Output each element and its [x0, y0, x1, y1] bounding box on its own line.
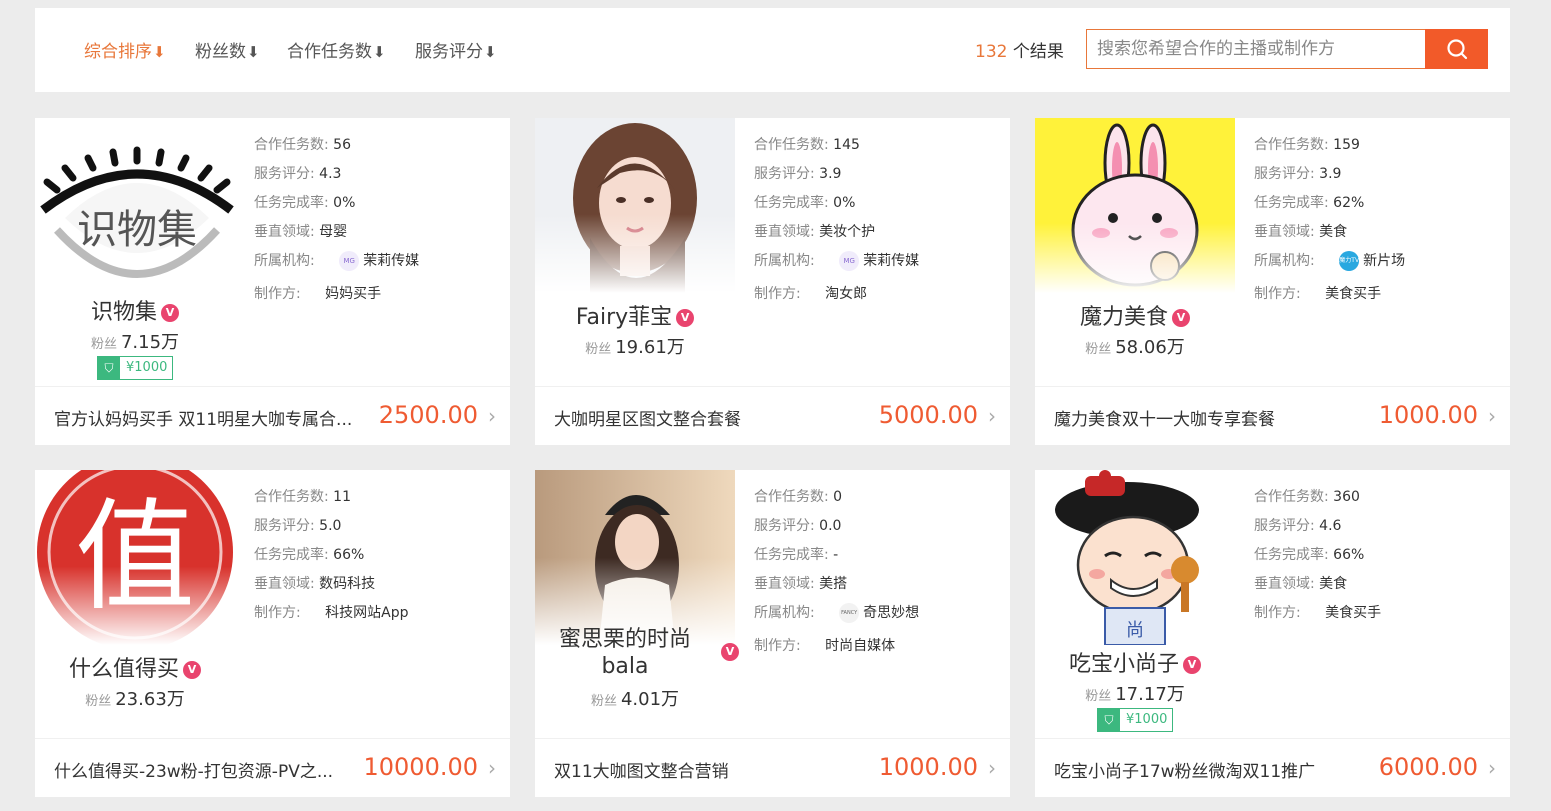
chevron-right-icon[interactable]: ›: [1488, 404, 1496, 428]
arrow-down-icon: ⬇: [484, 43, 497, 61]
creator-info: 合作任务数: 56 服务评分: 4.3 任务完成率: 0% 垂直领域: 母婴 所…: [254, 137, 420, 302]
result-count: 132 个结果: [975, 42, 1064, 62]
creator-card[interactable]: 魔力美食 V 粉丝 58.06万 合作任务数: 159 服务评分: 3.9 任务完成…: [1035, 118, 1510, 445]
package-row[interactable]: 什么值得买-23w粉-打包资源-PV之... 10000.00 ›: [35, 738, 510, 797]
package-title[interactable]: 魔力美食双十一大咖专享套餐: [1054, 405, 1354, 430]
package-row[interactable]: 魔力美食双十一大咖专享套餐 1000.00 ›: [1035, 386, 1510, 445]
verified-icon: V: [183, 661, 201, 679]
agency-name[interactable]: 新片场: [1363, 253, 1405, 269]
verified-icon: V: [1183, 656, 1201, 674]
avatar[interactable]: 值: [35, 470, 235, 645]
fans-count: 粉丝 4.01万: [590, 689, 680, 710]
package-title[interactable]: 什么值得买-23w粉-打包资源-PV之...: [54, 757, 354, 782]
verified-icon: V: [161, 304, 179, 322]
verified-icon: V: [676, 309, 695, 327]
filter-bar: 综合排序⬇ 粉丝数⬇ 合作任务数⬇ 服务评分⬇ 132 个结果: [35, 8, 1510, 92]
avatar[interactable]: [535, 470, 735, 645]
package-row[interactable]: 官方认妈妈买手 双11明星大咖专属合... 2500.00 ›: [35, 386, 510, 445]
creator-card[interactable]: Fairy菲宝 V 粉丝 19.61万 合作任务数: 145 服务评分: 3.9 任…: [535, 118, 1010, 445]
package-price: 10000.00: [363, 753, 478, 781]
chevron-right-icon[interactable]: ›: [488, 404, 496, 428]
svg-text:识物集: 识物集: [77, 207, 197, 253]
fans-count: 粉丝 7.15万: [90, 332, 180, 353]
chevron-right-icon[interactable]: ›: [988, 756, 996, 780]
maker-name[interactable]: 美食买手: [1325, 605, 1381, 621]
maker-name[interactable]: 淘女郎: [825, 286, 867, 302]
sort-comprehensive[interactable]: 综合排序⬇: [84, 37, 166, 62]
creator-info: 合作任务数: 159 服务评分: 3.9 任务完成率: 62% 垂直领域: 美食…: [1254, 137, 1406, 302]
avatar[interactable]: [1035, 118, 1235, 293]
agency-name[interactable]: 茉莉传媒: [363, 253, 419, 269]
package-title[interactable]: 双11大咖图文整合营销: [554, 757, 854, 782]
sort-tasks[interactable]: 合作任务数⬇: [287, 37, 386, 62]
agency-logo: 魔力TV: [1339, 251, 1360, 271]
creator-card[interactable]: 蜜思栗的时尚bala V 粉丝 4.01万 合作任务数: 0 服务评分: 0.0 …: [535, 470, 1010, 797]
fans-count: 粉丝 58.06万: [1085, 337, 1185, 358]
creator-name[interactable]: 魔力美食 V: [1035, 299, 1235, 331]
gift-icon: ⛉: [98, 357, 120, 379]
avatar[interactable]: [535, 118, 735, 293]
creator-info: 合作任务数: 145 服务评分: 3.9 任务完成率: 0% 垂直领域: 美妆个…: [754, 137, 920, 302]
creator-name[interactable]: Fairy菲宝 V: [535, 299, 735, 331]
fans-count: 粉丝 19.61万: [585, 337, 685, 358]
package-title[interactable]: 官方认妈妈买手 双11明星大咖专属合...: [54, 405, 354, 430]
creator-info: 合作任务数: 0 服务评分: 0.0 任务完成率: - 垂直领域: 美搭 所属机…: [754, 489, 920, 654]
search-icon: [1446, 39, 1467, 60]
package-price: 2500.00: [378, 401, 478, 429]
package-price: 6000.00: [1378, 753, 1478, 781]
agency-name[interactable]: 茉莉传媒: [863, 253, 919, 269]
creator-card[interactable]: 值 什么值得买V 粉丝23.63万 合作任务数: 11 服务评分: 5.0 任务…: [35, 470, 510, 797]
sort-score[interactable]: 服务评分⬇: [415, 37, 497, 62]
creator-name[interactable]: 蜜思栗的时尚bala: [535, 626, 735, 680]
agency-logo: MG: [839, 251, 860, 271]
package-row[interactable]: 吃宝小尚子17w粉丝微淘双11推广 6000.00 ›: [1035, 738, 1510, 797]
arrow-down-icon: ⬇: [373, 43, 386, 61]
chevron-right-icon[interactable]: ›: [1488, 756, 1496, 780]
sort-fans[interactable]: 粉丝数⬇: [195, 37, 260, 62]
package-price: 5000.00: [878, 401, 978, 429]
creator-info: 合作任务数: 360 服务评分: 4.6 任务完成率: 66% 垂直领域: 美食…: [1254, 489, 1382, 621]
avatar[interactable]: 识物集: [35, 118, 235, 293]
creator-name[interactable]: 什么值得买 V: [35, 651, 235, 683]
creator-info: 合作任务数: 11 服务评分: 5.0 任务完成率: 66% 垂直领域: 数码科…: [254, 489, 409, 621]
price-tag: ⛉ ¥1000: [1097, 708, 1173, 732]
package-row[interactable]: 双11大咖图文整合营销 1000.00 ›: [535, 738, 1010, 797]
chevron-right-icon[interactable]: ›: [488, 756, 496, 780]
maker-name[interactable]: 时尚自媒体: [825, 638, 895, 654]
price-tag: ⛉ ¥1000: [97, 356, 173, 380]
avatar[interactable]: 尚: [1035, 470, 1235, 645]
agency-logo: FANCY: [839, 603, 860, 623]
arrow-down-icon: ⬇: [247, 43, 260, 61]
arrow-down-icon: ⬇: [153, 43, 166, 61]
verified-icon: V: [721, 643, 739, 661]
verified-icon: V: [1172, 309, 1190, 327]
package-price: 1000.00: [878, 753, 978, 781]
maker-name[interactable]: 科技网站App: [325, 605, 408, 621]
maker-name[interactable]: 妈妈买手: [325, 286, 381, 302]
package-row[interactable]: 大咖明星区图文整合套餐 5000.00 ›: [535, 386, 1010, 445]
fans-count: 粉丝 23.63万: [85, 689, 185, 710]
svg-text:尚: 尚: [1126, 620, 1144, 641]
chevron-right-icon[interactable]: ›: [988, 404, 996, 428]
creator-card[interactable]: 尚 吃宝小尚子 V 粉丝 17.17万 ⛉ ¥1000 合作任务数: 360 服务评分…: [1035, 470, 1510, 797]
maker-name[interactable]: 美食买手: [1325, 286, 1381, 302]
search-input[interactable]: [1086, 29, 1426, 69]
creator-name[interactable]: 识物集 V: [35, 294, 235, 326]
gift-icon: ⛉: [1098, 709, 1120, 731]
search-button[interactable]: [1425, 29, 1488, 69]
agency-name[interactable]: 奇思妙想: [863, 605, 919, 621]
agency-logo: MG: [339, 251, 360, 271]
package-price: 1000.00: [1378, 401, 1478, 429]
creator-name[interactable]: 吃宝小尚子 V: [1035, 646, 1235, 678]
package-title[interactable]: 吃宝小尚子17w粉丝微淘双11推广: [1054, 757, 1354, 782]
package-title[interactable]: 大咖明星区图文整合套餐: [554, 405, 854, 430]
creator-card[interactable]: 识物集 识物集 V 粉丝 7.15万 ⛉ ¥1000 合作任务数: 56 服务评分: …: [35, 118, 510, 445]
fans-count: 粉丝 17.17万: [1085, 684, 1185, 705]
